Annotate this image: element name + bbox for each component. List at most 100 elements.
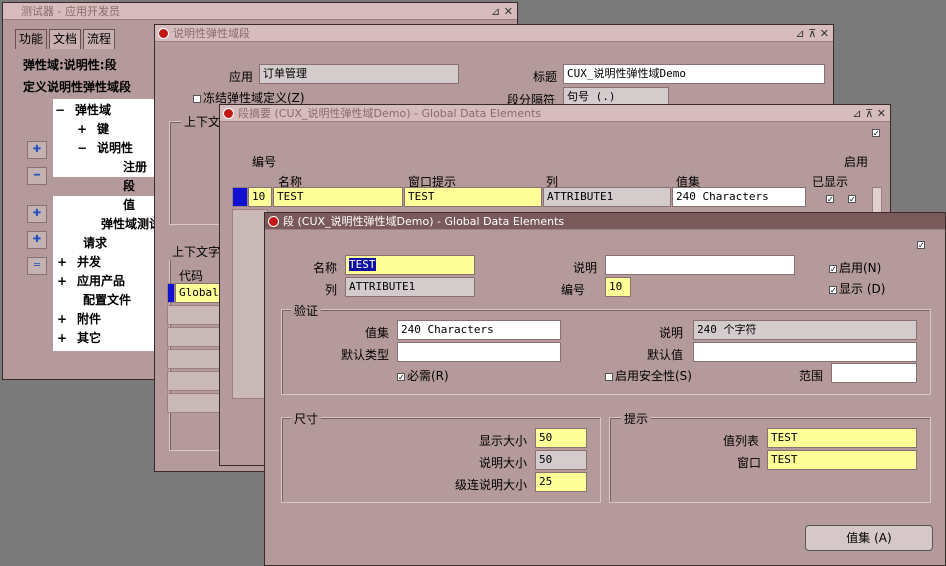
tree-item[interactable]: + 并发 bbox=[57, 253, 101, 270]
code-row[interactable] bbox=[167, 371, 221, 391]
tree-item[interactable]: 值 bbox=[103, 196, 135, 213]
segments-title: 说明性弹性域段 bbox=[173, 27, 250, 40]
window-controls[interactable]: ⊿ ✕ bbox=[491, 3, 513, 19]
tree-toggle-icon[interactable]: − bbox=[55, 103, 75, 117]
segment-name-field[interactable]: TEST bbox=[273, 187, 403, 207]
row-indicator[interactable] bbox=[167, 283, 175, 303]
default-type-field[interactable] bbox=[397, 342, 561, 362]
checkbox-icon: ✓ bbox=[917, 240, 925, 250]
tab-documents[interactable]: 文档 bbox=[49, 29, 81, 49]
tree-toggle-icon[interactable]: + bbox=[57, 312, 77, 326]
expand-icon[interactable]: ✚ bbox=[27, 141, 47, 159]
tree-item-label: 段 bbox=[123, 179, 136, 193]
tree-item[interactable]: + 其它 bbox=[57, 329, 101, 346]
name-field[interactable]: TEST bbox=[345, 255, 475, 275]
valueset-field[interactable]: 240 Characters bbox=[397, 320, 561, 340]
window-prompt-label: 窗口 bbox=[737, 456, 762, 470]
security-check[interactable]: 启用安全性(S) bbox=[605, 367, 692, 384]
col-header-enabled: 启用 bbox=[844, 155, 869, 169]
number-field[interactable]: 10 bbox=[605, 277, 631, 297]
desc-label: 说明 bbox=[573, 261, 598, 275]
tree-item[interactable]: − 说明性 bbox=[77, 139, 133, 156]
display-size-field[interactable]: 50 bbox=[535, 428, 587, 448]
displayed-check[interactable]: ✓ 显示 (D) bbox=[829, 280, 885, 297]
vs-desc-field[interactable]: 240 个字符 bbox=[693, 320, 917, 340]
segments-titlebar[interactable]: 说明性弹性域段 ⊿ ⊼ ✕ bbox=[155, 25, 833, 42]
range-field[interactable] bbox=[831, 363, 917, 383]
valueset-button[interactable]: 值集 (A) bbox=[805, 525, 933, 551]
tree-toggle-icon[interactable]: + bbox=[57, 274, 77, 288]
row-indicator[interactable] bbox=[232, 187, 248, 207]
tree-item-label: 配置文件 bbox=[83, 293, 132, 307]
number-label: 编号 bbox=[561, 283, 586, 297]
window-controls[interactable]: ⊿ ⊼ ✕ bbox=[796, 25, 829, 41]
collapse-icon[interactable]: ━ bbox=[27, 167, 47, 185]
desc-size-field[interactable]: 50 bbox=[535, 450, 587, 470]
enabled-checkbox[interactable]: ✓ bbox=[848, 191, 858, 205]
tree-item[interactable]: + 附件 bbox=[57, 310, 101, 327]
app-field[interactable]: 订单管理 bbox=[259, 64, 459, 84]
detail-titlebar[interactable]: 段 (CUX_说明性弹性域Demo) - Global Data Element… bbox=[265, 213, 945, 230]
segment-valueset-field[interactable]: 240 Characters bbox=[672, 187, 806, 207]
prompt-title: 提示 bbox=[621, 410, 652, 427]
tree-item[interactable]: 段 bbox=[103, 177, 135, 194]
tab-functions[interactable]: 功能 bbox=[15, 29, 47, 49]
title-field[interactable]: CUX_说明性弹性域Demo bbox=[563, 64, 825, 84]
security-label: 启用安全性(S) bbox=[615, 369, 692, 383]
code-row[interactable] bbox=[167, 305, 221, 325]
expand-all-icon[interactable]: ✚ bbox=[27, 231, 47, 249]
scrollbar[interactable] bbox=[872, 187, 882, 215]
collapse-all-icon[interactable]: ═ bbox=[27, 257, 47, 275]
required-check[interactable]: ✓ 必需(R) bbox=[397, 367, 449, 384]
summary-titlebar[interactable]: 段摘要 (CUX_说明性弹性域Demo) - Global Data Eleme… bbox=[220, 105, 890, 122]
segment-num-field[interactable]: 10 bbox=[248, 187, 272, 207]
concat-size-label: 级连说明大小 bbox=[455, 478, 528, 492]
desc-field[interactable] bbox=[605, 255, 795, 275]
shown-checkbox[interactable]: ✓ bbox=[826, 191, 836, 205]
app-label: 应用 bbox=[229, 70, 254, 84]
code-row[interactable] bbox=[167, 327, 221, 347]
checkbox-icon: ✓ bbox=[872, 128, 880, 138]
freeze-label: 冻结弹性域定义(Z) bbox=[203, 91, 305, 105]
tab-processes[interactable]: 流程 bbox=[83, 29, 115, 49]
context-group-title: 上下文 bbox=[181, 113, 224, 130]
code-row[interactable] bbox=[167, 349, 221, 369]
segment-prompt-field[interactable]: TEST bbox=[404, 187, 542, 207]
tree-item[interactable]: − 弹性域 bbox=[55, 101, 111, 118]
window-prompt-field[interactable]: TEST bbox=[767, 450, 917, 470]
default-value-label: 默认值 bbox=[647, 348, 684, 362]
concat-size-field[interactable]: 25 bbox=[535, 472, 587, 492]
tree-item[interactable]: + 键 bbox=[77, 120, 109, 137]
tree-item-label: 说明性 bbox=[97, 141, 134, 155]
default-value-field[interactable] bbox=[693, 342, 917, 362]
name-label: 名称 bbox=[313, 261, 338, 275]
validation-title: 验证 bbox=[291, 302, 322, 319]
tree-item[interactable]: + 应用产品 bbox=[57, 272, 125, 289]
tree-item[interactable]: 请求 bbox=[63, 234, 107, 251]
oracle-icon bbox=[268, 216, 279, 227]
tree-item[interactable]: 配置文件 bbox=[63, 291, 131, 308]
checkbox-icon: ✓ bbox=[848, 194, 856, 204]
navigator-title: 测试器 - 应用开发员 bbox=[21, 5, 120, 18]
window-controls[interactable]: ⊿ ⊼ ✕ bbox=[853, 105, 886, 121]
summary-checkbox[interactable]: ✓ bbox=[872, 125, 882, 139]
size-title: 尺寸 bbox=[291, 410, 322, 427]
tree-item[interactable]: 弹性域测试 bbox=[81, 215, 161, 232]
enabled-check[interactable]: ✓ 启用(N) bbox=[829, 259, 881, 276]
segment-column-field[interactable]: ATTRIBUTE1 bbox=[543, 187, 671, 207]
code-field[interactable]: Global bbox=[175, 283, 221, 303]
tree-item[interactable]: 注册 bbox=[103, 158, 147, 175]
detail-checkbox[interactable]: ✓ bbox=[917, 237, 927, 251]
tree-toggle-icon[interactable]: + bbox=[57, 331, 77, 345]
list-prompt-field[interactable]: TEST bbox=[767, 428, 917, 448]
col-header-shown: 已显示 bbox=[812, 175, 849, 189]
empty-rows[interactable] bbox=[232, 209, 268, 399]
column-field[interactable]: ATTRIBUTE1 bbox=[345, 277, 475, 297]
navigator-titlebar[interactable]: 测试器 - 应用开发员 ⊿ ✕ bbox=[3, 3, 517, 20]
code-row[interactable] bbox=[167, 393, 221, 413]
tree-toggle-icon[interactable]: − bbox=[77, 141, 97, 155]
segment-detail-window: 段 (CUX_说明性弹性域Demo) - Global Data Element… bbox=[264, 212, 946, 566]
tree-toggle-icon[interactable]: + bbox=[57, 255, 77, 269]
tree-toggle-icon[interactable]: + bbox=[77, 122, 97, 136]
expand-branch-icon[interactable]: ✚ bbox=[27, 205, 47, 223]
